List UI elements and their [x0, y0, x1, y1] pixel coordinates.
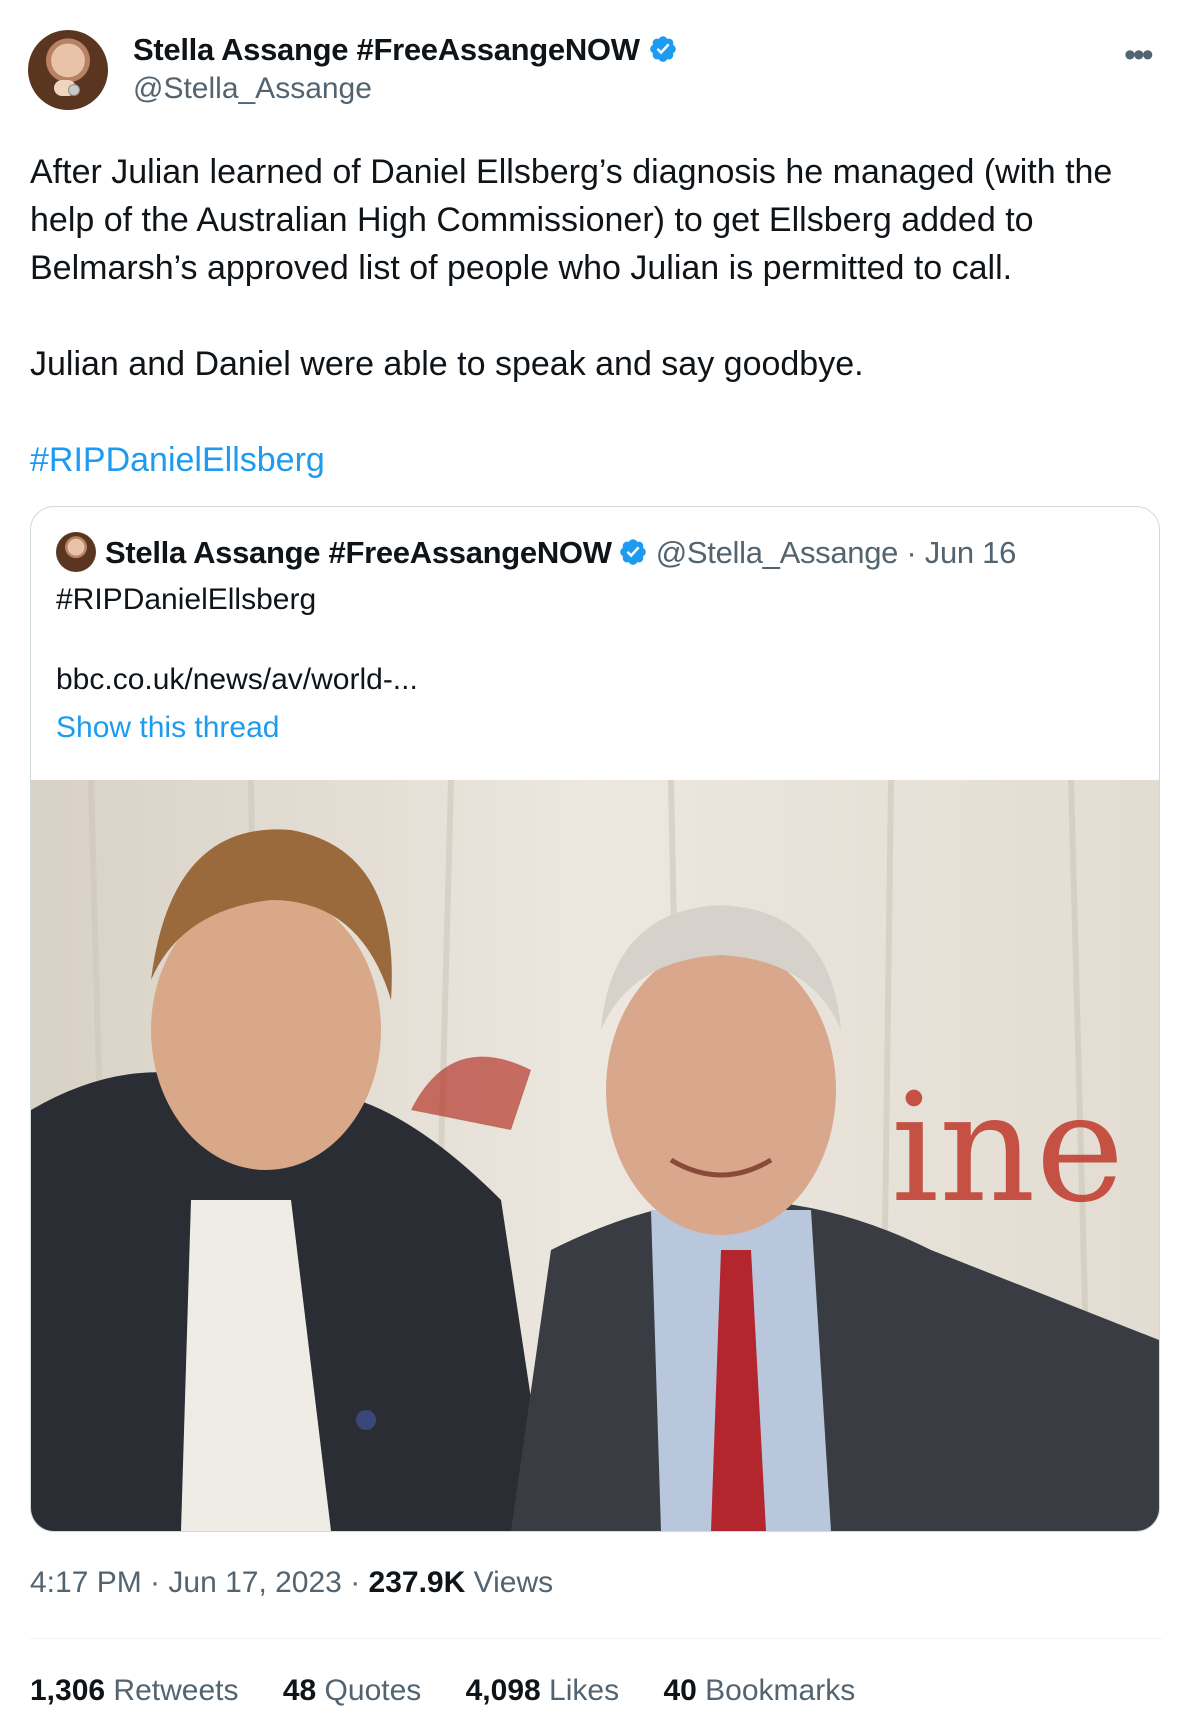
quoted-author-name: Stella Assange #FreeAssangeNOW: [105, 535, 612, 570]
bookmarks-count: 40: [663, 1674, 697, 1707]
retweets-count: 1,306: [30, 1674, 106, 1707]
hashtag-link[interactable]: #RIPDanielEllsberg: [30, 436, 1170, 484]
tweet-paragraph-2: Julian and Daniel were able to speak and…: [30, 345, 864, 383]
likes-label: Likes: [549, 1674, 620, 1707]
photo-banner-text: ine: [891, 1062, 1124, 1236]
quotes-label: Quotes: [324, 1674, 422, 1707]
engagement-stats: 1,306 Retweets 48 Quotes 4,098 Likes 40 …: [30, 1674, 891, 1708]
quoted-tweet-card[interactable]: Stella Assange #FreeAssangeNOW @Stella_A…: [30, 506, 1160, 1532]
tweet-text: After Julian learned of Daniel Ellsberg’…: [30, 148, 1170, 484]
author-name-text: Stella Assange #FreeAssangeNOW: [133, 32, 640, 67]
more-options-icon[interactable]: •••: [1124, 36, 1154, 75]
views-label: Views: [473, 1566, 554, 1599]
tweet-photo[interactable]: ine: [31, 780, 1159, 1531]
author-name[interactable]: Stella Assange #FreeAssangeNOW: [133, 32, 678, 68]
tweet-paragraph-1: After Julian learned of Daniel Ellsberg’…: [30, 153, 1113, 287]
divider: [30, 1638, 1162, 1639]
views-count: 237.9K: [368, 1566, 466, 1599]
quotes-stat[interactable]: 48 Quotes: [283, 1674, 421, 1708]
verified-badge-icon: [619, 539, 646, 565]
verified-badge-icon: [649, 36, 676, 62]
quoted-author-line: Stella Assange #FreeAssangeNOW @Stella_A…: [105, 535, 1016, 571]
retweets-label: Retweets: [113, 1674, 239, 1707]
author-handle[interactable]: @Stella_Assange: [133, 72, 372, 106]
bookmarks-label: Bookmarks: [705, 1674, 856, 1707]
bookmarks-stat[interactable]: 40 Bookmarks: [663, 1674, 855, 1708]
likes-count: 4,098: [465, 1674, 541, 1707]
tweet-timestamp[interactable]: 4:17 PM · Jun 17, 2023 · 237.9K Views: [30, 1566, 553, 1600]
quoted-tweet-text: #RIPDanielEllsberg: [56, 583, 317, 616]
quoted-tweet-link[interactable]: bbc.co.uk/news/av/world-...: [56, 663, 418, 697]
likes-stat[interactable]: 4,098 Likes: [466, 1674, 619, 1708]
retweets-stat[interactable]: 1,306 Retweets: [30, 1674, 238, 1708]
show-thread-link[interactable]: Show this thread: [56, 711, 279, 745]
tweet: Stella Assange #FreeAssangeNOW @Stella_A…: [0, 0, 1194, 1734]
quoted-author-avatar: [56, 532, 96, 572]
timestamp-text: 4:17 PM · Jun 17, 2023 ·: [30, 1566, 369, 1599]
quoted-handle-date: @Stella_Assange · Jun 16: [655, 535, 1017, 570]
quotes-count: 48: [282, 1674, 317, 1707]
avatar-ring: [68, 84, 80, 96]
author-avatar[interactable]: [28, 30, 108, 110]
